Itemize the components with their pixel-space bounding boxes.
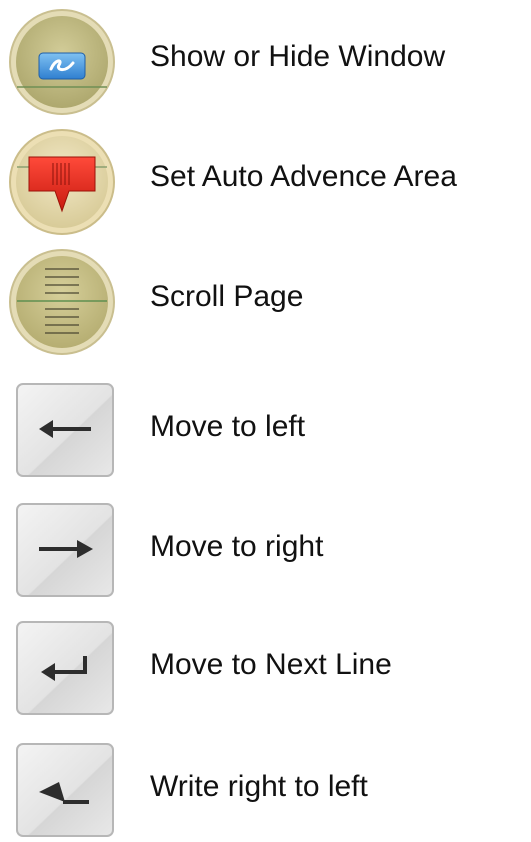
scroll-page-icon[interactable] xyxy=(7,247,117,357)
legend-row-auto-advance: Set Auto Advence Area xyxy=(0,120,531,235)
arrow-right-icon[interactable] xyxy=(15,502,115,598)
icon-legend: Show or Hide Window Set Auto Advence Are… xyxy=(0,0,531,842)
legend-label: Scroll Page xyxy=(150,280,304,313)
show-hide-window-icon[interactable] xyxy=(7,7,117,117)
legend-label: Move to right xyxy=(150,530,324,563)
return-arrow-icon[interactable] xyxy=(15,620,115,716)
legend-row-write-rtl: Write right to left xyxy=(0,730,531,840)
write-rtl-icon[interactable] xyxy=(15,742,115,838)
arrow-left-icon[interactable] xyxy=(15,382,115,478)
legend-label: Write right to left xyxy=(150,770,368,803)
legend-label: Set Auto Advence Area xyxy=(150,160,457,193)
legend-row-move-right: Move to right xyxy=(0,490,531,600)
legend-row-next-line: Move to Next Line xyxy=(0,608,531,718)
legend-label: Move to Next Line xyxy=(150,648,392,681)
legend-label: Show or Hide Window xyxy=(150,40,446,73)
auto-advance-marker-icon[interactable] xyxy=(7,127,117,237)
legend-label: Move to left xyxy=(150,410,306,443)
legend-row-scroll-page: Scroll Page xyxy=(0,240,531,355)
legend-row-move-left: Move to left xyxy=(0,370,531,480)
legend-row-show-hide-window: Show or Hide Window xyxy=(0,0,531,115)
